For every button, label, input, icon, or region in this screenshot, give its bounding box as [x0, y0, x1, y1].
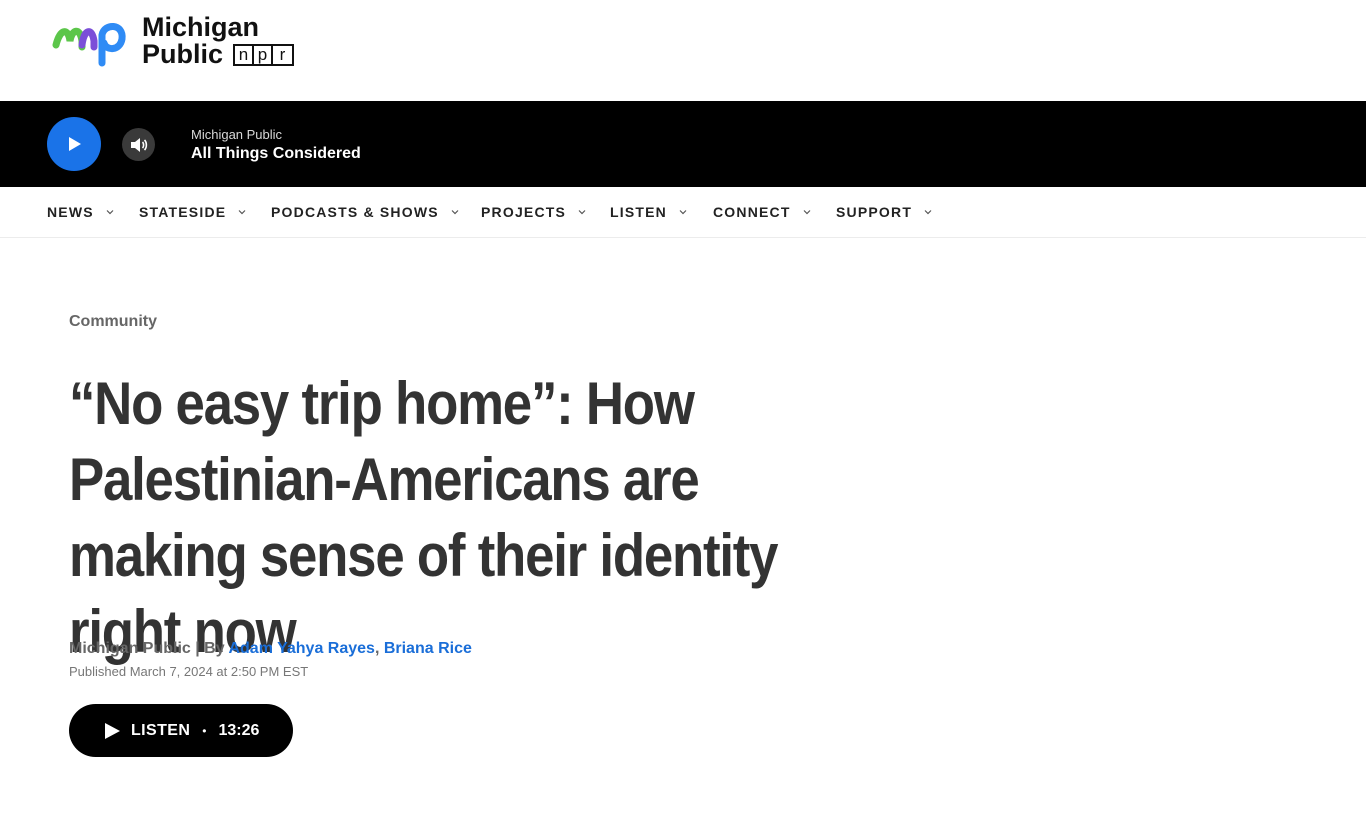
npr-letter: p — [254, 45, 274, 64]
live-player-bar: Michigan Public All Things Considered — [0, 101, 1366, 187]
logo-wordmark: Michigan Public n p r — [142, 12, 295, 69]
volume-icon — [130, 137, 147, 152]
michigan-public-logo-icon — [52, 23, 126, 67]
logo-line1: Michigan — [142, 12, 260, 42]
play-icon — [105, 722, 120, 739]
nav-item-label: STATESIDE — [139, 204, 227, 220]
nav-item-label: CONNECT — [713, 204, 791, 220]
npr-letter: r — [279, 44, 286, 64]
chevron-down-icon — [238, 210, 246, 215]
npr-logo: n p r — [233, 43, 295, 66]
nav-item-listen[interactable]: LISTEN — [610, 204, 687, 220]
author-link[interactable]: Briana Rice — [384, 640, 472, 657]
site-header: Michigan Public n p r — [0, 0, 1366, 101]
npr-letter: n — [235, 45, 255, 64]
article-headline: “No easy trip home”: How Palestinian-Ame… — [69, 370, 779, 665]
play-button[interactable] — [47, 117, 101, 171]
listen-button[interactable]: LISTEN • 13:26 — [69, 704, 293, 757]
published-date: Published March 7, 2024 at 2:50 PM EST — [69, 664, 309, 679]
byline-source: Michigan Public | By — [69, 640, 229, 657]
logo-line2: Public — [142, 39, 224, 69]
nav-item-label: PROJECTS — [481, 204, 567, 220]
main-navigation: NEWS STATESIDE PODCASTS & SHOWS PROJECTS… — [0, 187, 1366, 238]
nav-item-projects[interactable]: PROJECTS — [481, 204, 586, 220]
nav-item-label: SUPPORT — [836, 204, 913, 220]
listen-label: LISTEN — [131, 721, 191, 739]
article-byline: Michigan Public | By Adam Yahya Rayes, B… — [69, 640, 472, 658]
nav-item-news[interactable]: NEWS — [47, 204, 114, 220]
chevron-down-icon — [106, 210, 114, 215]
nav-item-podcasts-shows[interactable]: PODCASTS & SHOWS — [271, 204, 459, 220]
nav-item-support[interactable]: SUPPORT — [836, 204, 932, 220]
listen-duration: 13:26 — [218, 721, 260, 739]
nav-item-label: PODCASTS & SHOWS — [271, 204, 439, 220]
player-station-name: Michigan Public — [191, 127, 283, 142]
article-category[interactable]: Community — [69, 313, 157, 331]
nav-item-label: NEWS — [47, 204, 94, 220]
chevron-down-icon — [451, 210, 459, 215]
author-link[interactable]: Adam Yahya Rayes — [228, 640, 374, 657]
site-logo[interactable]: Michigan Public n p r — [52, 12, 295, 69]
play-icon — [69, 137, 81, 151]
nav-item-stateside[interactable]: STATESIDE — [139, 204, 246, 220]
listen-separator: • — [202, 723, 207, 738]
chevron-down-icon — [924, 210, 932, 215]
nav-item-connect[interactable]: CONNECT — [713, 204, 811, 220]
chevron-down-icon — [803, 210, 811, 215]
volume-button[interactable] — [122, 128, 155, 161]
nav-item-label: LISTEN — [610, 204, 667, 220]
chevron-down-icon — [578, 210, 586, 215]
author-separator: , — [374, 640, 384, 657]
player-show-title[interactable]: All Things Considered — [191, 145, 361, 163]
chevron-down-icon — [679, 210, 687, 215]
